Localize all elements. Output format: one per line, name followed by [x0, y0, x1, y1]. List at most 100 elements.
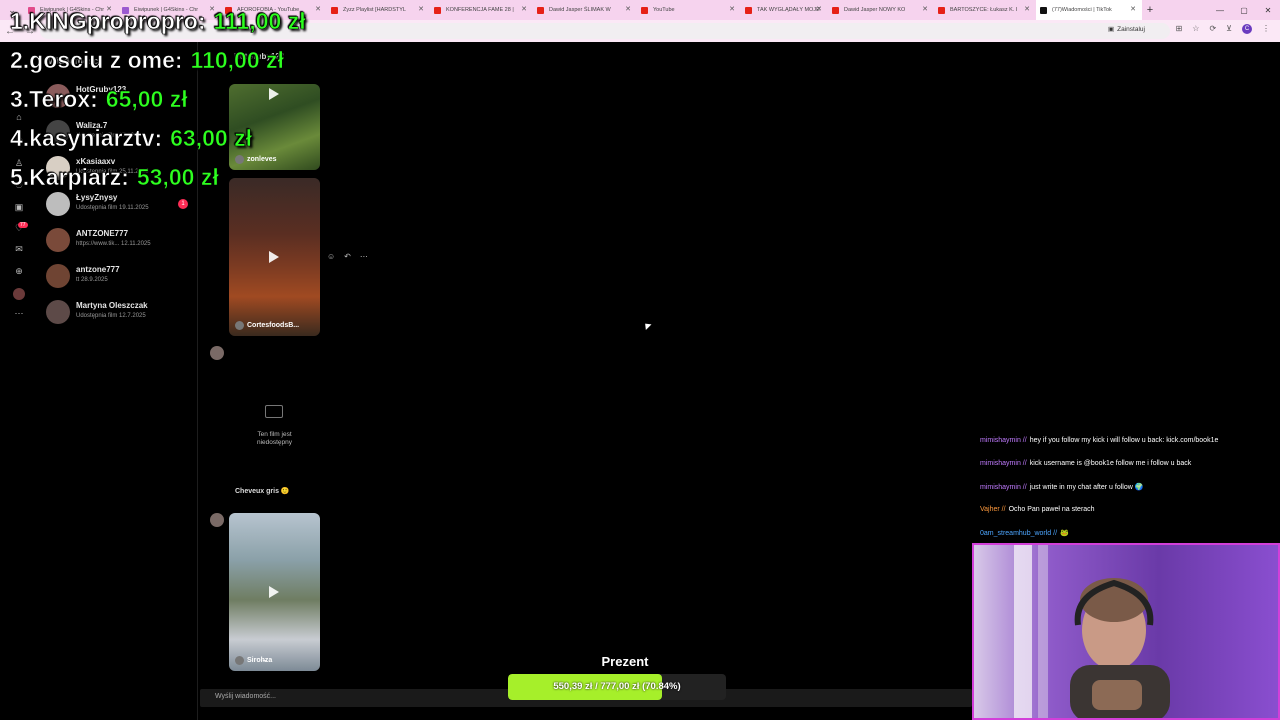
- tab-favicon-icon: [434, 6, 441, 14]
- conversation-name: ANTZONE777: [76, 229, 129, 238]
- tab-title: (77)Wiadomości | TikTok: [1052, 7, 1112, 13]
- menu-icon[interactable]: ⋮: [1262, 24, 1270, 34]
- video-unavailable-icon: [265, 405, 283, 418]
- chat-user: Vajher //: [980, 506, 1006, 513]
- chat-message: Vajher //Ocho Pan paweł na sterach: [980, 506, 1095, 513]
- close-window-icon[interactable]: ✕: [1256, 6, 1280, 15]
- browser-tab[interactable]: Dawid Jasper NOWY KO ✕: [828, 0, 934, 20]
- unavailable-text: Ten film jest niedostępny: [229, 431, 320, 447]
- browser-tab[interactable]: BARTOSZYCE: Łukasz K. I ✕: [934, 0, 1036, 20]
- video-message[interactable]: CortesfoodsB...: [229, 178, 320, 336]
- webcam-overlay: [972, 543, 1280, 720]
- tab-close-icon[interactable]: ✕: [625, 5, 631, 13]
- tab-close-icon[interactable]: ✕: [922, 5, 928, 13]
- browser-tab[interactable]: (77)Wiadomości | TikTok ✕: [1036, 0, 1142, 20]
- conversation-name: ŁysyZnysy: [76, 193, 118, 202]
- leaderboard-row: 3.Terox: 65,00 zł: [10, 86, 188, 113]
- leaderboard-row: 4.kasyniarztv: 63,00 zł: [10, 125, 253, 152]
- reply-icon[interactable]: ↶: [344, 252, 351, 261]
- chat-text: 🐸: [1060, 530, 1069, 537]
- new-tab-button[interactable]: +: [1142, 4, 1158, 16]
- video-message[interactable]: Siroh̶za: [229, 513, 320, 671]
- live-icon[interactable]: ▣: [13, 202, 25, 214]
- play-icon: [269, 251, 279, 263]
- tab-title: Dawid Jasper NOWY KO: [844, 7, 906, 13]
- leaderboard-amount: 53,00 zł: [136, 164, 219, 191]
- tab-title: TAK WYGLĄDAŁY MOJE: [757, 7, 820, 13]
- profile-avatar[interactable]: C: [1242, 24, 1252, 34]
- video-author: zonleves: [235, 155, 277, 164]
- tab-close-icon[interactable]: ✕: [1024, 5, 1030, 13]
- goal-progress-bar: 550,39 zł / 777,00 zł (70.84%): [508, 674, 726, 700]
- leaderboard-amount: 65,00 zł: [105, 86, 188, 113]
- goal-current: 550,39 zł: [553, 681, 593, 692]
- leaderboard-name: 2.gosciu z ome:: [10, 47, 183, 74]
- profile-icon[interactable]: [13, 288, 25, 300]
- leaderboard-row: 1.KINGpropropro: 111,00 zł: [10, 8, 306, 35]
- unread-badge: 1: [178, 199, 188, 209]
- minimize-icon[interactable]: —: [1208, 6, 1232, 15]
- conversation-name: Martyna Oleszczak: [76, 301, 148, 310]
- translate-icon[interactable]: ⊞: [1176, 24, 1183, 34]
- react-icon[interactable]: ☺: [327, 252, 335, 261]
- composer-placeholder: Wyślij wiadomość...: [215, 693, 277, 700]
- author-avatar: [235, 321, 244, 330]
- conversation-item[interactable]: antzone777 tt 28.9.2025: [46, 264, 196, 294]
- bookmark-star-icon[interactable]: ☆: [1192, 24, 1199, 34]
- tab-title: KONFERENCJA FAME 28 |: [446, 7, 514, 13]
- tab-favicon-icon: [1040, 6, 1047, 14]
- chat-message: mimishaymin //kick username is @book1e f…: [980, 460, 1191, 467]
- author-avatar: [235, 656, 244, 665]
- unavailable-line-1: Ten film jest: [257, 431, 292, 438]
- home-icon[interactable]: ⌂: [13, 112, 25, 124]
- tab-close-icon[interactable]: ✕: [521, 5, 527, 13]
- leaderboard-amount: 110,00 zł: [190, 47, 284, 74]
- chat-text: hey if you follow my kick i will follow …: [1029, 437, 1219, 444]
- messages-badge: 77: [18, 222, 28, 228]
- tab-favicon-icon: [832, 6, 839, 14]
- leaderboard-name: 5.Karpiarz:: [10, 164, 129, 191]
- browser-tab[interactable]: YouTube ✕: [637, 0, 741, 20]
- tab-title: BARTOSZYCE: Łukasz K. I: [950, 7, 1018, 13]
- browser-tab[interactable]: Dawid Jasper ŚLIMAK W ✕: [533, 0, 637, 20]
- chat-user: 0am_streamhub_world //: [980, 530, 1058, 537]
- author-avatar: [235, 155, 244, 164]
- leaderboard-row: 5.Karpiarz: 53,00 zł: [10, 164, 219, 191]
- tab-favicon-icon: [938, 6, 945, 14]
- tab-close-icon[interactable]: ✕: [418, 5, 424, 13]
- conversation-preview: tt 28.9.2025: [76, 277, 108, 283]
- tab-close-icon[interactable]: ✕: [729, 5, 735, 13]
- downloads-icon[interactable]: ⊻: [1226, 24, 1232, 34]
- upload-icon[interactable]: ⊕: [13, 266, 25, 278]
- conversation-item[interactable]: ŁysyZnysy Udostępnia film 19.11.2025 1: [46, 192, 196, 222]
- conversation-item[interactable]: ANTZONE777 https://www.tik... 12.11.2025: [46, 228, 196, 258]
- chat-message: mimishaymin //hey if you follow my kick …: [980, 437, 1218, 444]
- tab-favicon-icon: [641, 6, 648, 14]
- browser-tab[interactable]: Zyzz Playlist [HARDSTYL ✕: [327, 0, 430, 20]
- browser-tab[interactable]: TAK WYGLĄDAŁY MOJE ✕: [741, 0, 828, 20]
- conversation-preview: Udostępnia film 12.7.2025: [76, 313, 146, 319]
- toolbar-icons: ⊞ ☆ ⟳ ⊻ C ⋮: [1176, 24, 1270, 34]
- tab-close-icon[interactable]: ✕: [816, 5, 822, 13]
- video-author: Siroh̶za: [235, 656, 272, 665]
- install-icon: ▣: [1108, 26, 1115, 33]
- tab-close-icon[interactable]: ✕: [315, 5, 321, 13]
- play-icon: [269, 88, 279, 100]
- tab-favicon-icon: [745, 6, 752, 14]
- chat-text: Ocho Pan paweł na sterach: [1008, 506, 1095, 513]
- goal-title: Prezent: [601, 654, 649, 669]
- install-button[interactable]: ▣ Zainstaluj: [1108, 25, 1145, 34]
- tab-favicon-icon: [331, 6, 338, 14]
- more-options-icon[interactable]: ⋯: [360, 252, 368, 261]
- conversation-item[interactable]: Martyna Oleszczak Udostępnia film 12.7.2…: [46, 300, 196, 330]
- extensions-icon[interactable]: ⟳: [1209, 24, 1216, 34]
- more-icon[interactable]: ⋯: [13, 308, 25, 320]
- chat-user: mimishaymin //: [980, 437, 1027, 444]
- leaderboard-amount: 63,00 zł: [170, 125, 252, 152]
- browser-tab[interactable]: KONFERENCJA FAME 28 | ✕: [430, 0, 533, 20]
- messages-icon[interactable]: ✉: [13, 244, 25, 256]
- play-icon: [269, 586, 279, 598]
- tab-close-icon[interactable]: ✕: [1130, 5, 1136, 13]
- maximize-icon[interactable]: ▢: [1232, 6, 1256, 15]
- avatar: [46, 228, 70, 252]
